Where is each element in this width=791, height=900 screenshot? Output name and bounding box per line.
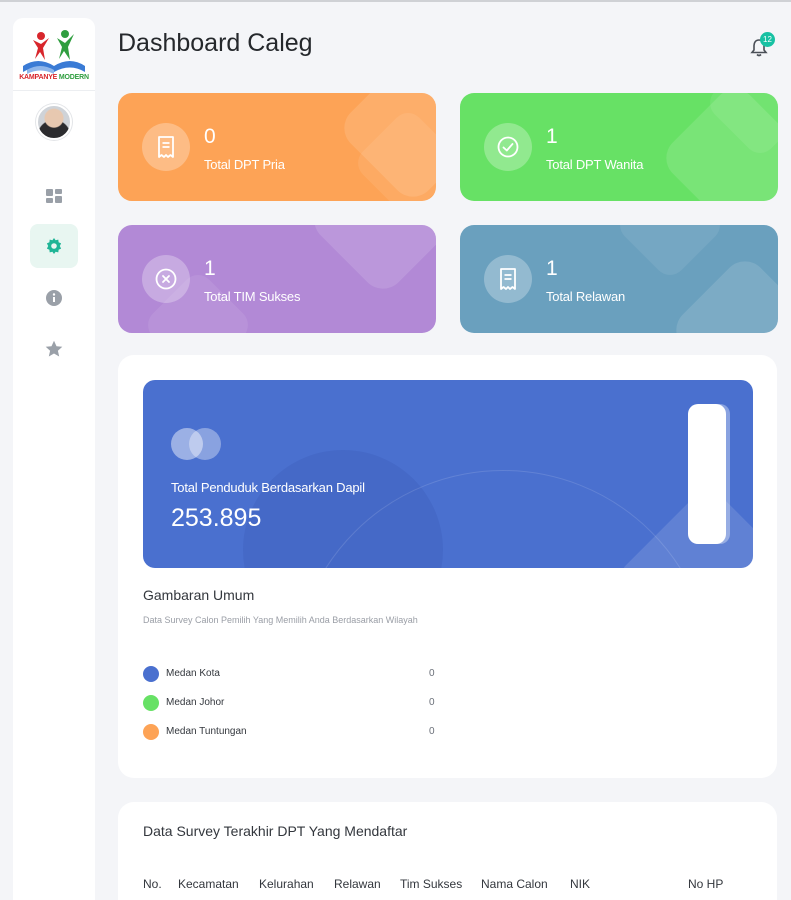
overview-title: Gambaran Umum bbox=[143, 587, 255, 603]
legend-name: Medan Tuntungan bbox=[166, 726, 247, 737]
survey-title: Data Survey Terakhir DPT Yang Mendaftar bbox=[143, 823, 408, 839]
dashboard-icon bbox=[46, 189, 62, 203]
stat-value: 0 bbox=[204, 125, 216, 148]
table-header-tim-sukses[interactable]: Tim Sukses bbox=[400, 877, 462, 891]
overview-panel: Total Penduduk Berdasarkan Dapil 253.895… bbox=[118, 355, 777, 778]
stat-card-tim-sukses[interactable]: 1 Total TIM Sukses bbox=[118, 225, 436, 333]
legend-name: Medan Kota bbox=[166, 668, 220, 679]
sidebar-divider bbox=[13, 90, 95, 91]
table-header-kecamatan[interactable]: Kecamatan bbox=[178, 877, 239, 891]
sidebar-item-settings[interactable] bbox=[30, 224, 78, 268]
gear-icon bbox=[46, 238, 62, 254]
sidebar-item-info[interactable] bbox=[30, 276, 78, 320]
stat-card-dpt-wanita[interactable]: 1 Total DPT Wanita bbox=[460, 93, 778, 201]
table-header-nik[interactable]: NIK bbox=[570, 877, 590, 891]
table-header-kelurahan[interactable]: Kelurahan bbox=[259, 877, 314, 891]
legend-swatch bbox=[143, 724, 159, 740]
legend-name: Medan Johor bbox=[166, 697, 225, 708]
banner-pill bbox=[688, 404, 726, 544]
receipt-icon bbox=[484, 255, 532, 303]
page-title: Dashboard Caleg bbox=[118, 29, 313, 57]
avatar[interactable] bbox=[36, 104, 72, 140]
info-icon bbox=[46, 290, 62, 306]
overview-subtitle: Data Survey Calon Pemilih Yang Memilih A… bbox=[143, 615, 418, 625]
table-header-relawan[interactable]: Relawan bbox=[334, 877, 381, 891]
legend-swatch bbox=[143, 666, 159, 682]
banner-label: Total Penduduk Berdasarkan Dapil bbox=[171, 480, 365, 495]
table-header-no[interactable]: No. bbox=[143, 877, 162, 891]
sidebar: KAMPANYE MODERN bbox=[13, 18, 95, 900]
stat-card-relawan[interactable]: 1 Total Relawan bbox=[460, 225, 778, 333]
check-circle-icon bbox=[484, 123, 532, 171]
table-header-nama-calon[interactable]: Nama Calon bbox=[481, 877, 548, 891]
legend-swatch bbox=[143, 695, 159, 711]
legend-value: 0 bbox=[429, 726, 435, 737]
stat-value: 1 bbox=[546, 125, 558, 148]
card-decoration bbox=[613, 225, 727, 282]
population-banner: Total Penduduk Berdasarkan Dapil 253.895 bbox=[143, 380, 753, 568]
close-circle-icon bbox=[142, 255, 190, 303]
stat-card-dpt-pria[interactable]: 0 Total DPT Pria bbox=[118, 93, 436, 201]
legend-value: 0 bbox=[429, 697, 435, 708]
stat-label: Total Relawan bbox=[546, 289, 626, 304]
sidebar-item-dashboard[interactable] bbox=[30, 174, 78, 218]
notification-badge: 12 bbox=[760, 32, 775, 47]
stat-label: Total TIM Sukses bbox=[204, 289, 301, 304]
banner-value: 253.895 bbox=[171, 504, 262, 532]
receipt-icon bbox=[142, 123, 190, 171]
stat-label: Total DPT Wanita bbox=[546, 157, 644, 172]
legend-item: Medan Kota 0 bbox=[143, 666, 443, 682]
legend-item: Medan Tuntungan 0 bbox=[143, 724, 443, 740]
logo-text: KAMPANYE MODERN bbox=[19, 74, 89, 81]
legend-item: Medan Johor 0 bbox=[143, 695, 443, 711]
survey-panel: Data Survey Terakhir DPT Yang Mendaftar … bbox=[118, 802, 777, 900]
legend-value: 0 bbox=[429, 668, 435, 679]
stat-label: Total DPT Pria bbox=[204, 157, 285, 172]
table-header-no-hp[interactable]: No HP bbox=[688, 877, 723, 891]
sidebar-item-favorites[interactable] bbox=[30, 327, 78, 371]
card-logo-circle bbox=[189, 428, 221, 460]
star-icon bbox=[45, 340, 63, 357]
stat-value: 1 bbox=[546, 257, 558, 280]
stat-value: 1 bbox=[204, 257, 216, 280]
card-decoration bbox=[305, 225, 436, 298]
